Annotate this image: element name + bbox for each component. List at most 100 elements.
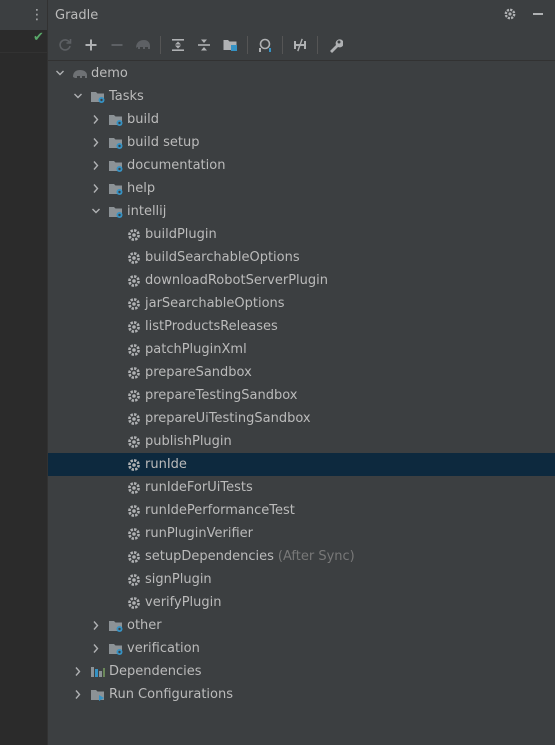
chevron-right-icon[interactable] [90,614,102,637]
tree-task[interactable]: setupDependencies (After Sync) [48,545,555,568]
task-gear-icon [126,595,142,611]
toolbar-separator [282,36,283,54]
toggle-offline-button[interactable] [288,33,312,57]
tree-group[interactable]: build setup [48,131,555,154]
tree-label: runIde [145,457,187,472]
tree-label: demo [91,66,128,81]
tree-label: jarSearchableOptions [145,296,285,311]
tree-node-dependencies[interactable]: Dependencies [48,660,555,683]
task-gear-icon [126,296,142,312]
task-folder-icon [108,112,124,128]
tree-task[interactable]: runPluginVerifier [48,522,555,545]
tree-node-tasks[interactable]: Tasks [48,85,555,108]
tree-label: runIdePerformanceTest [145,503,295,518]
tree-task[interactable]: runIdePerformanceTest [48,499,555,522]
run-configurations-icon [90,687,106,703]
task-gear-icon [126,480,142,496]
tree-label: Dependencies [109,664,202,679]
tree-task[interactable]: prepareTestingSandbox [48,384,555,407]
task-folder-icon [108,641,124,657]
minus-icon [111,44,123,46]
chevron-right-icon[interactable] [72,660,84,683]
left-strip-divider [0,52,47,53]
tree-label: prepareTestingSandbox [145,388,298,403]
tree-label: verifyPlugin [145,595,222,610]
refresh-button[interactable] [53,33,77,57]
tree-group[interactable]: verification [48,637,555,660]
tree-label: documentation [127,158,226,173]
plus-button[interactable] [79,33,103,57]
task-gear-icon [126,250,142,266]
chevron-right-icon[interactable] [90,108,102,131]
tree-label: other [127,618,162,633]
group-modules-button[interactable] [218,33,242,57]
elephant-button[interactable] [131,33,155,57]
task-folder-icon [108,204,124,220]
more-options-icon[interactable]: ⋮ [30,7,44,23]
group-modules-icon [223,40,237,51]
tree-task[interactable]: buildPlugin [48,223,555,246]
chevron-right-icon[interactable] [90,637,102,660]
tree-task[interactable]: verifyPlugin [48,591,555,614]
gradle-tool-window: Gradle demo Tasks build build setup document… [48,0,555,745]
tree-task[interactable]: patchPluginXml [48,338,555,361]
tree-group[interactable]: other [48,614,555,637]
tree-group[interactable]: documentation [48,154,555,177]
tree-label: prepareUiTestingSandbox [145,411,311,426]
task-folder-icon [90,89,106,105]
chevron-down-icon[interactable] [90,200,102,223]
task-gear-icon [126,411,142,427]
tree-label: buildPlugin [145,227,217,242]
tree-task[interactable]: prepareSandbox [48,361,555,384]
chevron-right-icon[interactable] [90,154,102,177]
expand-all-button[interactable] [166,33,190,57]
tree-task[interactable]: signPlugin [48,568,555,591]
tree-task[interactable]: downloadRobotServerPlugin [48,269,555,292]
task-gear-icon [126,572,142,588]
build-tool-settings-button[interactable] [323,33,347,57]
tree-task[interactable]: buildSearchableOptions [48,246,555,269]
chevron-right-icon[interactable] [72,683,84,706]
chevron-right-icon[interactable] [90,177,102,200]
task-folder-icon [108,181,124,197]
toolbar-separator [247,36,248,54]
tree-node-demo[interactable]: demo [48,62,555,85]
collapse-all-button[interactable] [192,33,216,57]
tree-label: verification [127,641,200,656]
minus-button[interactable] [105,33,129,57]
toolbar-separator [317,36,318,54]
task-gear-icon [126,273,142,289]
tree-task[interactable]: prepareUiTestingSandbox [48,407,555,430]
tree-group[interactable]: build [48,108,555,131]
toggle-offline-icon [294,38,306,52]
tree-task[interactable]: runIdeForUiTests [48,476,555,499]
tree-node-run-configurations[interactable]: Run Configurations [48,683,555,706]
tree-label: intellij [127,204,167,219]
chevron-right-icon[interactable] [90,131,102,154]
chevron-down-icon[interactable] [72,85,84,108]
gradle-elephant-icon [72,66,88,82]
tree-label: patchPluginXml [145,342,247,357]
analyze-dependencies-button[interactable] [253,33,277,57]
task-gear-icon [126,365,142,381]
after-sync-hint: (After Sync) [277,549,355,564]
task-folder-icon [108,135,124,151]
tree-label: runPluginVerifier [145,526,253,541]
tree-task[interactable]: publishPlugin [48,430,555,453]
tree-group-intellij[interactable]: intellij [48,200,555,223]
settings-gear-icon[interactable] [503,7,517,23]
task-folder-icon [108,158,124,174]
tree-label: prepareSandbox [145,365,252,380]
hide-minus-icon[interactable] [531,7,545,23]
left-editor-strip: ⋮ ✔ [0,0,48,745]
tree-task[interactable]: listProductsReleases [48,315,555,338]
tree-label: runIdeForUiTests [145,480,253,495]
tree-label: Tasks [109,89,144,104]
tree-group[interactable]: help [48,177,555,200]
tree-task[interactable]: runIde [48,453,555,476]
task-gear-icon [126,549,142,565]
chevron-down-icon[interactable] [54,62,66,85]
tree-task[interactable]: jarSearchableOptions [48,292,555,315]
task-gear-icon [126,457,142,473]
build-tool-settings-icon [330,39,343,53]
